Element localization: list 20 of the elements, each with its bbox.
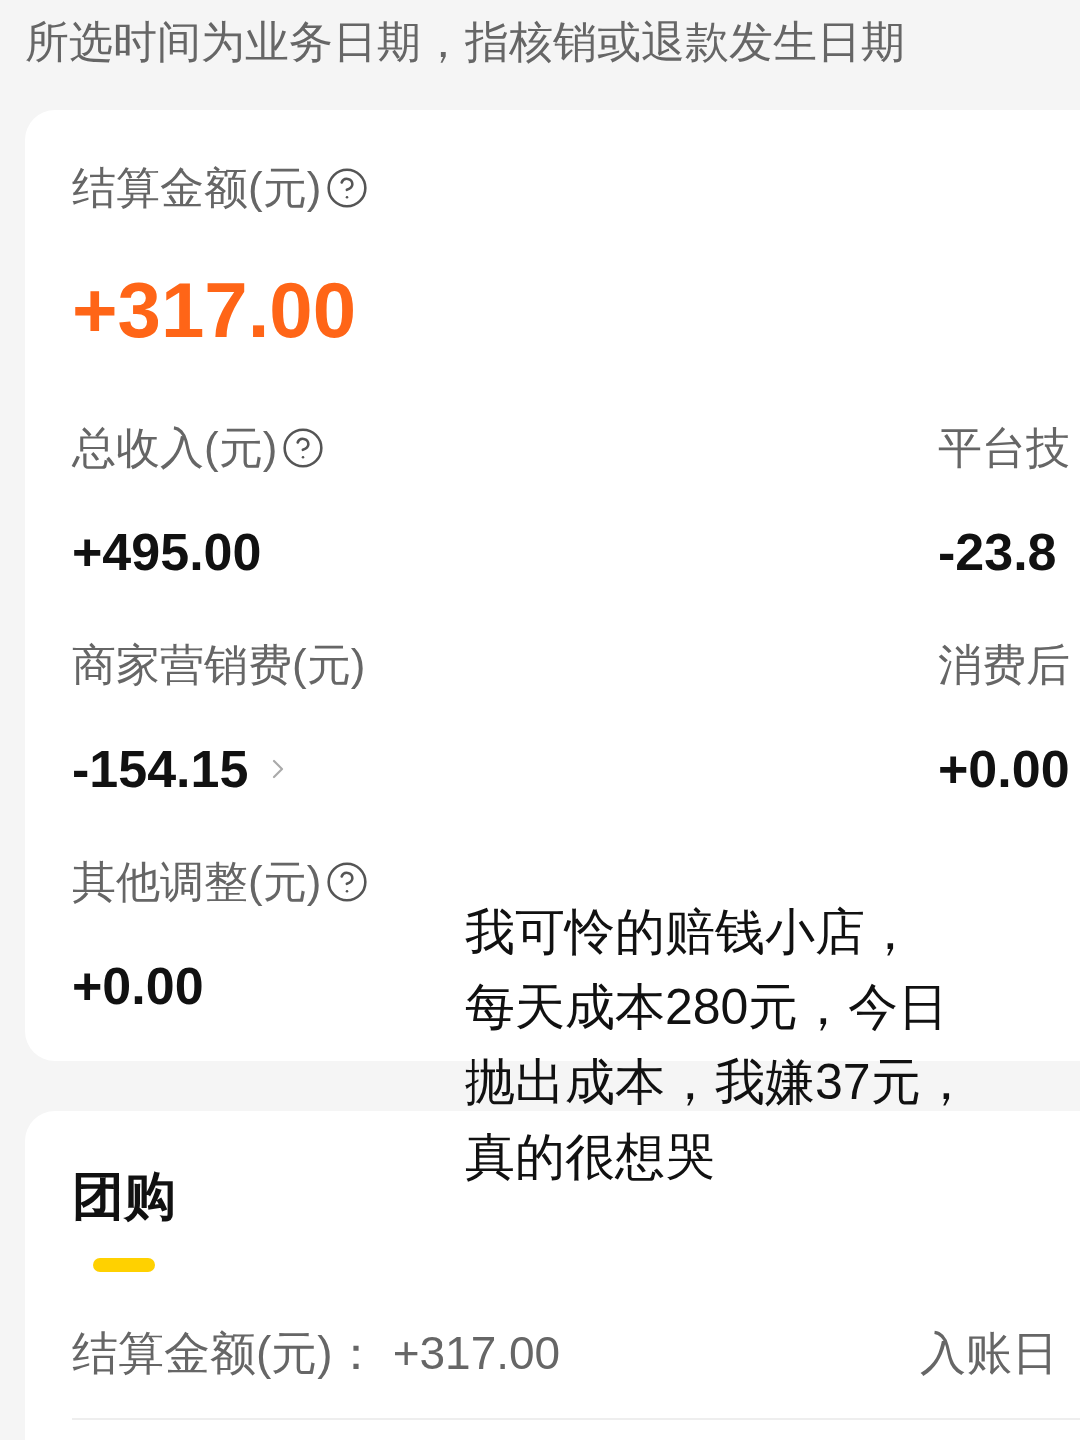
settlement-label: 结算金额(元) <box>72 166 322 210</box>
metric-value: +495.00 <box>72 526 262 578</box>
notice-text: 所选时间为业务日期，指核销或退款发生日期 <box>25 16 906 68</box>
metric-label: 消费后 <box>938 643 1070 687</box>
help-icon[interactable] <box>325 166 370 210</box>
help-icon[interactable] <box>325 860 370 904</box>
metric-label: 商家营销费(元) <box>72 643 366 687</box>
metric-value: +0.00 <box>938 743 1070 795</box>
settlement-amount: +317.00 <box>72 271 357 349</box>
help-icon[interactable] <box>281 426 326 470</box>
metric-label: 平台技 <box>938 426 1070 470</box>
metric-label: 其他调整(元) <box>72 860 322 904</box>
tab[interactable]: 团购 <box>72 1166 176 1272</box>
metric-value: -23.8 <box>938 526 1057 578</box>
metric-value: -154.15 <box>72 743 249 795</box>
column-label: 入账日 <box>920 1330 1059 1376</box>
metric-value: +0.00 <box>72 960 204 1012</box>
settlement-value: +317.00 <box>392 1330 561 1376</box>
metric-label: 总收入(元) <box>72 426 278 470</box>
handwritten-note: 我可怜的赔钱小店， 每天成本280元，今日 抛出成本，我嫌37元， 真的很想哭 <box>465 903 971 1187</box>
